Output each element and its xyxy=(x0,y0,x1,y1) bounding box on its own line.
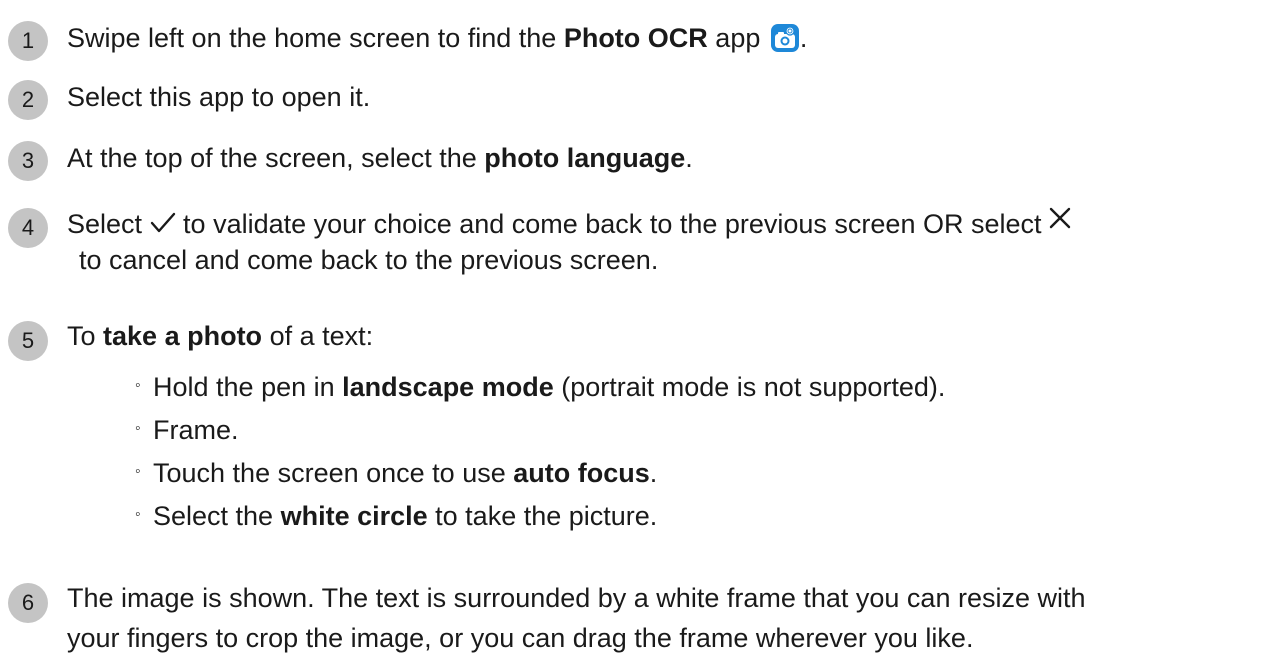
photo-ocr-app-icon xyxy=(770,23,800,53)
step-number-badge: 4 xyxy=(8,208,48,248)
step-text-continued: your fingers to crop the image, or you c… xyxy=(67,623,974,653)
step-number-badge: 6 xyxy=(8,583,48,623)
close-icon xyxy=(1049,200,1071,240)
list-item: ◦ Frame. xyxy=(135,412,239,450)
step-text-continued: to cancel and come back to the previous … xyxy=(79,245,659,275)
bullet-icon: ◦ xyxy=(135,505,141,523)
app-name: Photo OCR xyxy=(563,23,708,53)
list-item: ◦ Touch the screen once to use auto focus… xyxy=(135,455,657,493)
step-text: To take a photo of a text: xyxy=(67,321,374,351)
step-text: Select this app to open it. xyxy=(67,82,371,112)
list-item: ◦ Select the white circle to take the pic… xyxy=(135,498,657,536)
bullet-icon: ◦ xyxy=(135,462,141,480)
step-number-badge: 1 xyxy=(8,21,48,61)
bullet-icon: ◦ xyxy=(135,419,141,437)
step-text: Swipe left on the home screen to find th… xyxy=(67,23,808,53)
list-item: ◦ Hold the pen in landscape mode (portrai… xyxy=(135,369,945,407)
step-number-badge: 5 xyxy=(8,321,48,361)
step-number-badge: 3 xyxy=(8,141,48,181)
step-text: The image is shown. The text is surround… xyxy=(67,583,1086,613)
step-text: At the top of the screen, select the pho… xyxy=(67,143,693,173)
step-number-badge: 2 xyxy=(8,80,48,120)
bullet-icon: ◦ xyxy=(135,376,141,394)
